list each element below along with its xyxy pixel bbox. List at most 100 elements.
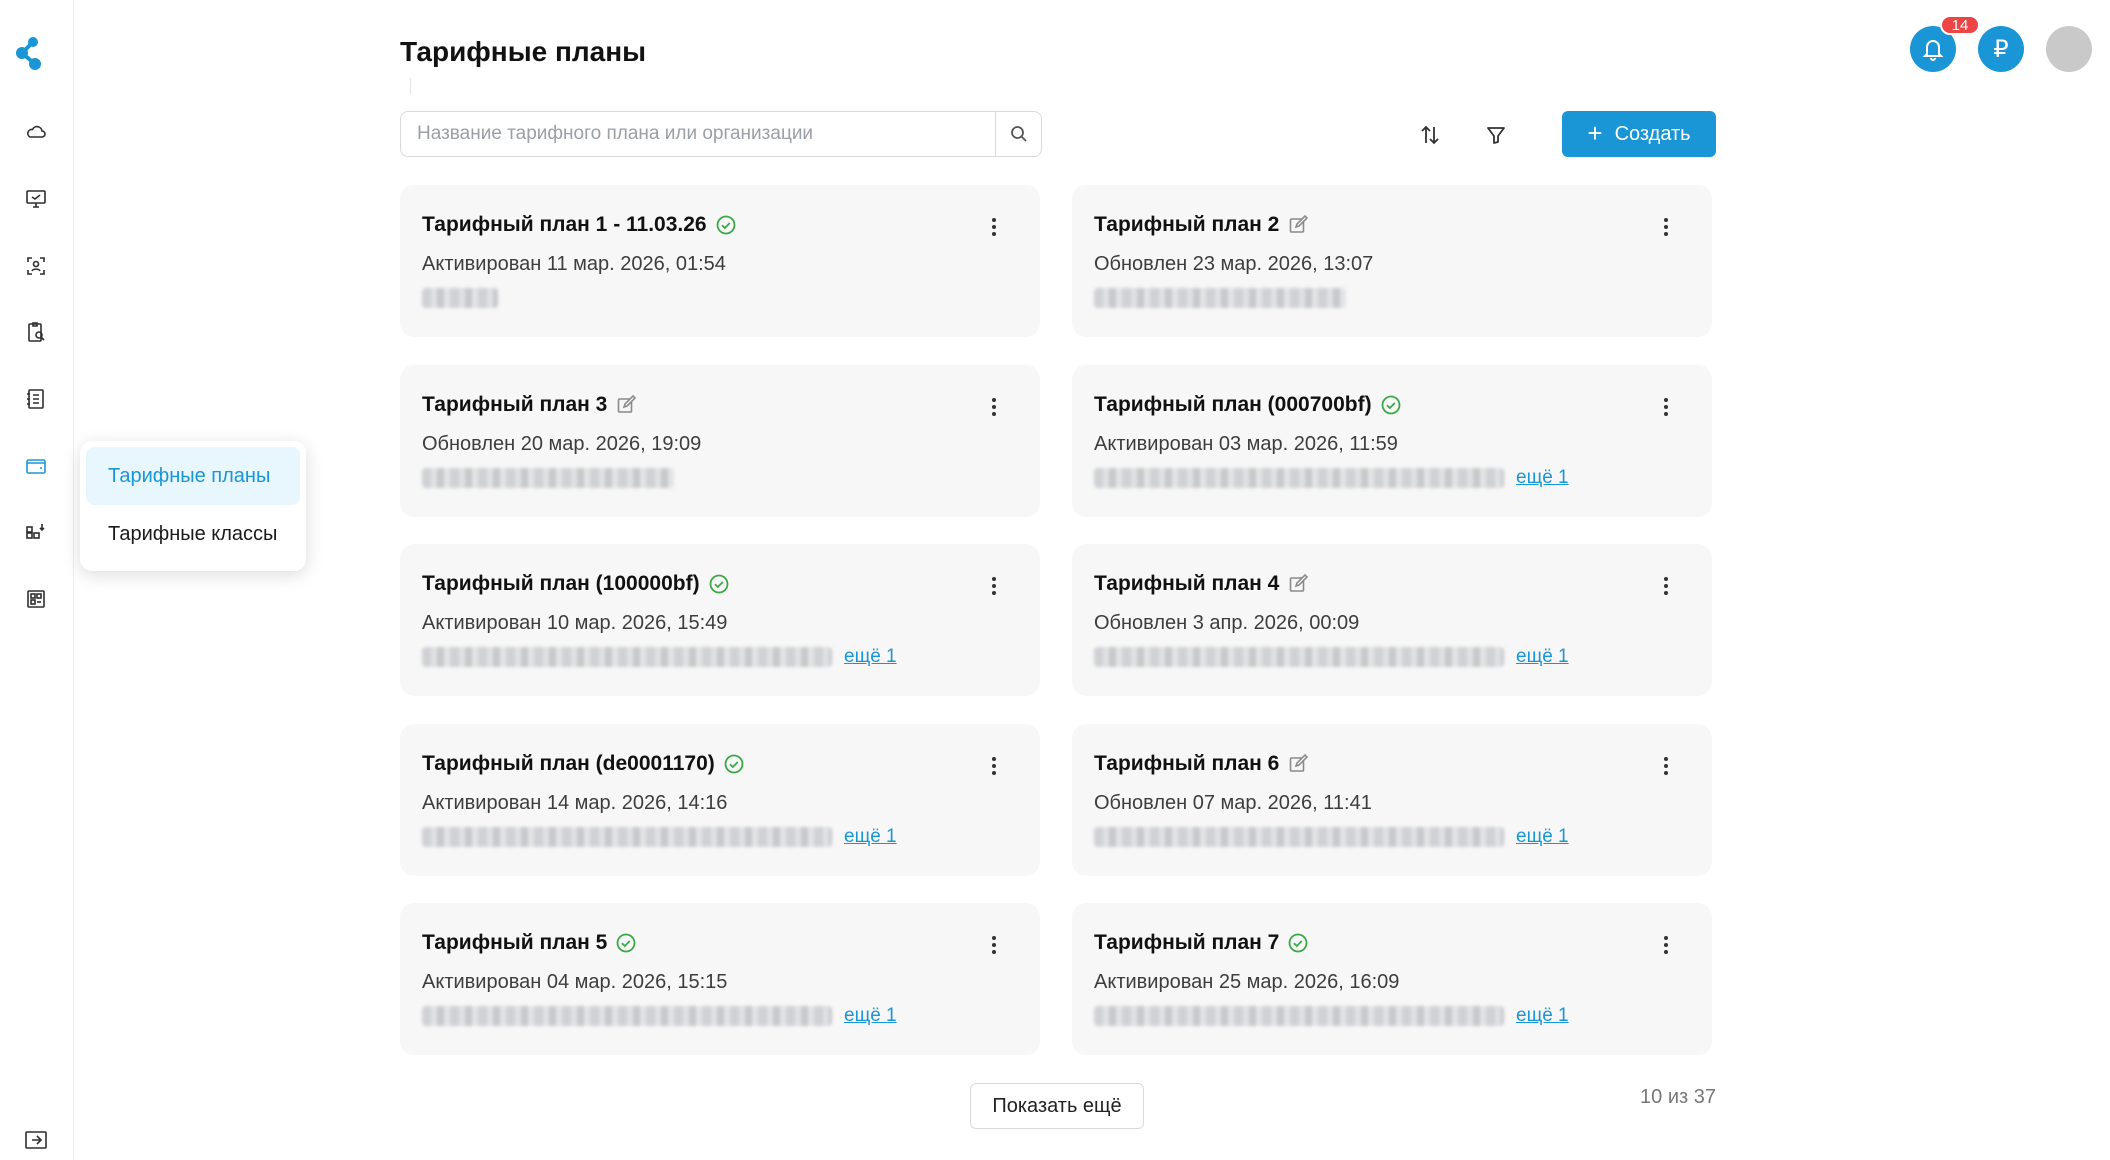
status-active-icon (724, 754, 744, 774)
clipboard-search-icon[interactable] (22, 318, 50, 346)
sort-button[interactable] (1410, 115, 1450, 155)
status-active-icon (1381, 395, 1400, 415)
more-vertical-icon[interactable] (1656, 754, 1676, 778)
more-vertical-icon[interactable] (984, 215, 1004, 239)
plan-card-organizations: ещё 1 (422, 826, 897, 848)
plan-card-organizations: ещё 1 (1094, 646, 1569, 668)
plan-title-text: Тарифный план 5 (422, 931, 608, 954)
plan-card-organizations (422, 287, 498, 309)
more-organizations-link[interactable]: ещё 1 (1516, 1005, 1569, 1027)
more-organizations-link[interactable]: ещё 1 (1516, 646, 1569, 668)
plan-title-text: Тарифный план 7 (1094, 931, 1280, 954)
more-organizations-link[interactable]: ещё 1 (844, 826, 897, 848)
plan-title-text: Тарифный план (de0001170) (422, 752, 715, 775)
more-vertical-icon[interactable] (1656, 215, 1676, 239)
plan-card-title: Тарифный план (de0001170) (422, 752, 745, 776)
plan-card[interactable]: Тарифный план 4 Обновлен 3 апр. 2026, 00:… (1072, 544, 1712, 696)
scan-user-icon[interactable] (22, 252, 50, 280)
more-vertical-icon[interactable] (984, 574, 1004, 598)
bell-icon (1922, 40, 1944, 61)
plan-card-title: Тарифный план 5 (422, 931, 637, 955)
sidebar (0, 0, 74, 1160)
plan-card-title: Тарифный план 2 (1094, 213, 1309, 237)
plan-card-organizations: ещё 1 (422, 646, 897, 668)
plan-card-status-date: Активирован 11 мар. 2026, 01:54 (422, 253, 726, 275)
organization-names-redacted (1094, 647, 1504, 667)
plan-card[interactable]: Тарифный план 3 Обновлен 20 мар. 2026, 19… (400, 365, 1040, 517)
more-vertical-icon[interactable] (984, 395, 1004, 419)
flyout-item-tariff-classes[interactable]: Тарифные классы (86, 505, 300, 563)
app-logo[interactable] (13, 34, 45, 72)
divider (410, 78, 411, 94)
status-active-icon (709, 574, 728, 594)
more-vertical-icon[interactable] (1656, 395, 1676, 419)
filter-button[interactable] (1476, 115, 1516, 155)
monitor-icon[interactable] (22, 185, 50, 213)
tariffs-flyout-menu: Тарифные планы Тарифные классы (80, 441, 306, 571)
organization-names-redacted (422, 468, 674, 488)
plan-card-organizations: ещё 1 (1094, 467, 1569, 489)
plan-card-status-date: Обновлен 07 мар. 2026, 11:41 (1094, 792, 1372, 814)
plan-card-organizations: ещё 1 (1094, 1005, 1569, 1027)
plan-card-organizations (422, 467, 674, 489)
plan-card-status-date: Активирован 03 мар. 2026, 11:59 (1094, 433, 1398, 455)
widgets-icon[interactable] (22, 585, 50, 613)
wallet-icon[interactable] (22, 452, 50, 480)
flyout-item-tariff-plans[interactable]: Тарифные планы (86, 447, 300, 505)
show-more-button[interactable]: Показать ещё (970, 1083, 1144, 1129)
plan-card[interactable]: Тарифный план 1 - 11.03.26 Активирован 11… (400, 185, 1040, 337)
more-organizations-link[interactable]: ещё 1 (1516, 826, 1569, 848)
organization-names-redacted (422, 288, 498, 308)
notifications-badge: 14 (1940, 15, 1980, 35)
edit-icon (618, 394, 637, 413)
balance-button[interactable]: ₽ (1978, 26, 2024, 72)
plan-card[interactable]: Тарифный план 7 Активирован 25 мар. 2026,… (1072, 903, 1712, 1055)
search-box (400, 111, 1042, 157)
plan-card-status-date: Обновлен 3 апр. 2026, 00:09 (1094, 612, 1360, 634)
edit-icon (1290, 573, 1309, 592)
plan-card[interactable]: Тарифный план (de0001170) Активирован 14 … (400, 724, 1040, 876)
page-title: Тарифные планы (400, 36, 647, 67)
status-active-icon (1288, 933, 1308, 953)
avatar[interactable] (2046, 26, 2092, 72)
status-active-icon (616, 933, 636, 953)
search-input[interactable] (401, 112, 995, 156)
create-button[interactable]: + Создать (1562, 111, 1716, 157)
plan-card[interactable]: Тарифный план 6 Обновлен 07 мар. 2026, 11… (1072, 724, 1712, 876)
plan-title-text: Тарифный план 1 - 11.03.26 (422, 213, 707, 236)
hierarchy-icon[interactable] (22, 518, 50, 546)
plan-card-title: Тарифный план (100000bf) (422, 572, 730, 596)
status-active-icon (716, 215, 736, 235)
more-organizations-link[interactable]: ещё 1 (844, 1005, 897, 1027)
more-organizations-link[interactable]: ещё 1 (844, 646, 897, 668)
organization-names-redacted (1094, 1006, 1504, 1026)
plan-title-text: Тарифный план 6 (1094, 752, 1280, 775)
cloud-icon[interactable] (22, 118, 50, 146)
search-button[interactable] (995, 112, 1041, 156)
sort-icon (1421, 125, 1439, 145)
filter-icon (1487, 127, 1505, 144)
plan-title-text: Тарифный план (000700bf) (1094, 393, 1372, 416)
plan-card-status-date: Активирован 10 мар. 2026, 15:49 (422, 612, 728, 634)
search-icon (1010, 126, 1027, 142)
more-vertical-icon[interactable] (1656, 933, 1676, 957)
edit-icon (1290, 214, 1309, 233)
more-vertical-icon[interactable] (984, 933, 1004, 957)
plan-card[interactable]: Тарифный план (100000bf) Активирован 10 м… (400, 544, 1040, 696)
plan-title-text: Тарифный план 2 (1094, 213, 1280, 236)
plan-card[interactable]: Тарифный план 2 Обновлен 23 мар. 2026, 13… (1072, 185, 1712, 337)
plan-card-title: Тарифный план 7 (1094, 931, 1309, 955)
more-vertical-icon[interactable] (984, 754, 1004, 778)
plan-card-title: Тарифный план 4 (1094, 572, 1309, 596)
organization-names-redacted (1094, 288, 1346, 308)
plan-card[interactable]: Тарифный план 5 Активирован 04 мар. 2026,… (400, 903, 1040, 1055)
more-organizations-link[interactable]: ещё 1 (1516, 467, 1569, 489)
notebook-icon[interactable] (22, 385, 50, 413)
more-vertical-icon[interactable] (1656, 574, 1676, 598)
organization-names-redacted (1094, 827, 1504, 847)
create-button-label: Создать (1614, 122, 1691, 145)
expand-sidebar-icon[interactable] (24, 1130, 48, 1150)
organization-names-redacted (422, 827, 832, 847)
plan-card[interactable]: Тарифный план (000700bf) Активирован 03 м… (1072, 365, 1712, 517)
plan-card-organizations: ещё 1 (422, 1005, 897, 1027)
